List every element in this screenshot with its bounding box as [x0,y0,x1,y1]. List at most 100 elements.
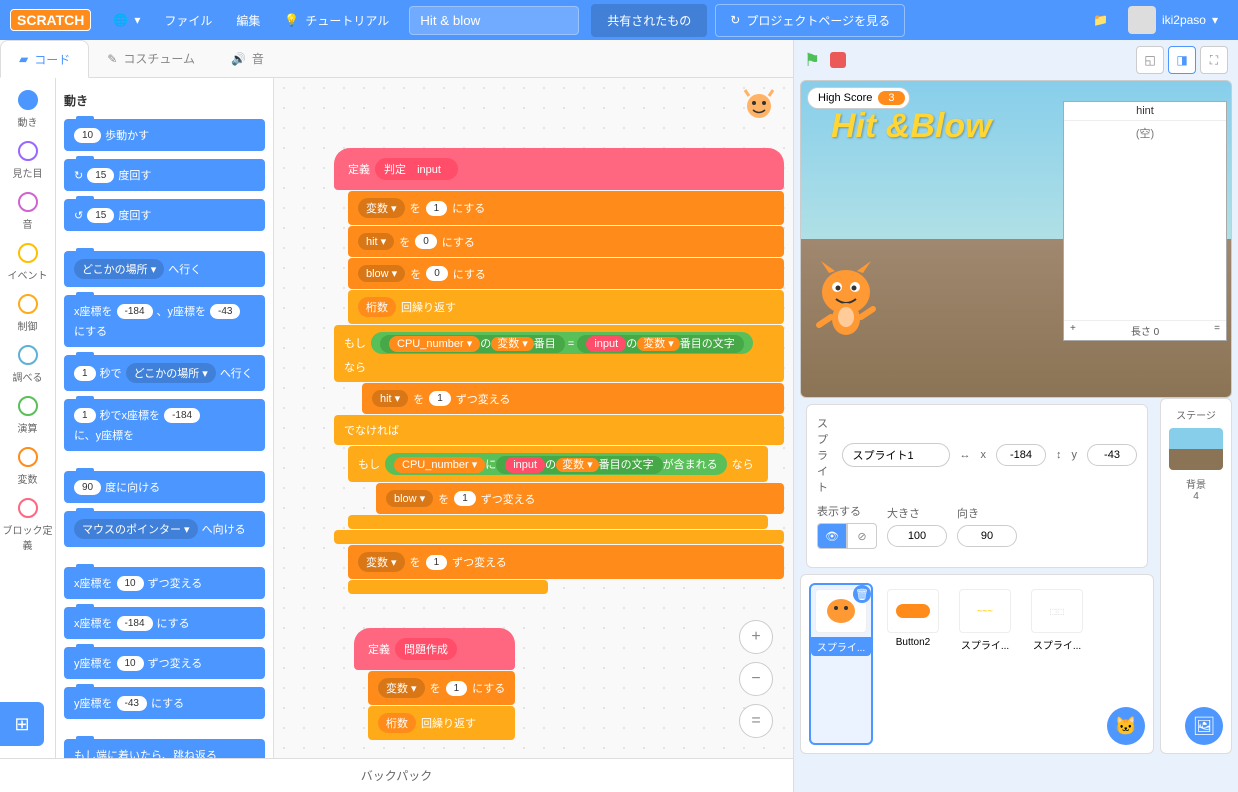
category-変数[interactable]: 変数 [0,441,55,492]
tutorials-button[interactable]: 💡チュートリアル [272,0,401,40]
block-set-x[interactable]: x座標を-184にする [64,607,265,639]
hide-sprite-button[interactable]: ⊘ [847,523,877,549]
tab-costumes[interactable]: ✎コスチューム [89,40,213,77]
block-goto[interactable]: どこかの場所 ▾へ行く [64,251,265,287]
file-menu[interactable]: ファイル [152,0,224,40]
block-bounce[interactable]: もし端に着いたら、跳ね返る [64,739,265,758]
else-block[interactable]: でなければ [334,415,784,445]
block-palette: 動き 10歩動かす ↻15度回す ↺15度回す どこかの場所 ▾へ行く x座標を… [56,78,274,758]
define-hat-2[interactable]: 定義問題作成 [354,628,515,670]
project-page-button[interactable]: ↻プロジェクトページを見る [715,4,905,37]
block-glide-xy[interactable]: 1秒でx座標を-184に、y座標を [64,399,265,451]
block-goto-xy[interactable]: x座標を-184、y座標を-43にする [64,295,265,347]
sprite-label: スプライ... [1031,637,1083,652]
cat-plus-icon: 🐱 [1115,716,1137,737]
sprite-item-3[interactable]: ⬚⬚スプライ... [1025,583,1089,745]
repeat-block[interactable]: 桁数回繰り返す [348,290,784,324]
block-move-steps[interactable]: 10歩動かす [64,119,265,151]
category-イベント[interactable]: イベント [0,237,55,288]
large-stage-button[interactable]: ◨ [1168,46,1196,74]
block-point-direction[interactable]: 90度に向ける [64,471,265,503]
category-column: 動き見た目音イベント制御調べる演算変数ブロック定義 [0,78,56,758]
set-hit-block[interactable]: hit ▾を0にする [348,226,784,257]
block-set-y[interactable]: y座標を-43にする [64,687,265,719]
c-end [348,580,548,594]
script-mondai[interactable]: 定義問題作成 変数 ▾を1にする 桁数回繰り返す [354,628,515,741]
repeat-block-2[interactable]: 桁数回繰り返す [368,706,515,740]
category-音[interactable]: 音 [0,186,55,237]
if-block[interactable]: もし CPU_number ▾の変数 ▾番目 = inputの変数 ▾番目の文字… [334,325,784,382]
change-blow-block[interactable]: blow ▾を1ずつ変える [376,483,784,514]
set-blow-block[interactable]: blow ▾を0にする [348,258,784,289]
my-stuff-button[interactable]: 📁 [1083,13,1118,27]
block-turn-left[interactable]: ↺15度回す [64,199,265,231]
add-backdrop-button[interactable]: 🖼 [1185,707,1223,745]
zoom-reset-button[interactable]: = [739,704,773,738]
show-sprite-button[interactable]: 👁 [817,523,847,549]
sprite-item-0[interactable]: スプライ...🗑 [809,583,873,745]
sprite-x-input[interactable] [996,444,1046,466]
category-調べる[interactable]: 調べる [0,339,55,390]
sprite-item-2[interactable]: ~~~スプライ... [953,583,1017,745]
add-sprite-button[interactable]: 🐱 [1107,707,1145,745]
define-hat[interactable]: 定義判定 input [334,148,784,190]
change-hit-block[interactable]: hit ▾を1ずつ変える [362,383,784,414]
image-plus-icon: 🖼 [1193,716,1216,737]
sprite-label: Button2 [887,637,939,648]
stage-selector[interactable]: ステージ 背景 4 🖼 [1160,398,1232,754]
backpack[interactable]: バックパック [0,758,793,792]
sprite-info-panel: スプライト ↔x ↕y 表示する 👁 ⊘ [806,404,1148,568]
set-var-block[interactable]: 変数 ▾を1にする [348,191,784,225]
script-hantei[interactable]: 定義判定 input 変数 ▾を1にする hit ▾を0にする blow ▾を0… [334,148,784,595]
fullscreen-button[interactable]: ⛶ [1200,46,1228,74]
add-extension-button[interactable]: ⊞ [0,702,44,746]
equals-operator[interactable]: CPU_number ▾の変数 ▾番目 = inputの変数 ▾番目の文字 [371,332,753,354]
sprite-direction-input[interactable] [957,525,1017,547]
sprite-size-input[interactable] [887,525,947,547]
set-var-block-2[interactable]: 変数 ▾を1にする [368,671,515,705]
c-end [348,515,768,529]
scratch-logo[interactable]: SCRATCH [10,9,91,31]
account-menu[interactable]: iki2paso ▾ [1118,6,1228,34]
cat-sprite [811,257,881,337]
stage-title-sprite: Hit &Blow [831,107,992,146]
zoom-in-button[interactable]: + [739,620,773,654]
tab-code[interactable]: ▰コード [0,40,89,78]
category-制御[interactable]: 制御 [0,288,55,339]
stage[interactable]: High Score3 Hit &Blow hint (空) +長さ 0= [800,80,1232,398]
block-change-x[interactable]: x座標を10ずつ変える [64,567,265,599]
if-contains-block[interactable]: もし CPU_number ▾にinputの変数 ▾番目の文字が含まれる なら [348,446,768,482]
code-icon: ▰ [19,52,28,66]
change-var-block[interactable]: 変数 ▾を1ずつ変える [348,545,784,579]
eye-off-icon: ⊘ [857,530,866,543]
green-flag-button[interactable]: ⚑ [804,50,820,71]
folder-icon: 📁 [1093,13,1108,27]
c-end [334,530,784,544]
zoom-out-button[interactable]: − [739,662,773,696]
sprite-item-1[interactable]: Button2 [881,583,945,745]
zoom-controls: + − = [739,620,773,738]
language-menu[interactable]: 🌐▾ [101,0,152,40]
share-button[interactable]: 共有されたもの [591,4,707,37]
block-point-towards[interactable]: マウスのポインター ▾へ向ける [64,511,265,547]
contains-operator[interactable]: CPU_number ▾にinputの変数 ▾番目の文字が含まれる [385,453,727,475]
sprite-list: スプライ...🗑Button2~~~スプライ...⬚⬚スプライ...🐱 [800,574,1154,754]
category-演算[interactable]: 演算 [0,390,55,441]
delete-sprite-button[interactable]: 🗑 [853,585,871,603]
block-glide[interactable]: 1秒でどこかの場所 ▾へ行く [64,355,265,391]
workspace[interactable]: 定義判定 input 変数 ▾を1にする hit ▾を0にする blow ▾を0… [274,78,793,758]
edit-menu[interactable]: 編集 [224,0,272,40]
avatar [1128,6,1156,34]
tab-sounds[interactable]: 🔊音 [213,40,282,77]
category-ブロック定義[interactable]: ブロック定義 [0,492,55,558]
category-見た目[interactable]: 見た目 [0,135,55,186]
stop-button[interactable] [830,52,846,68]
block-turn-right[interactable]: ↻15度回す [64,159,265,191]
project-title-input[interactable] [409,6,579,35]
small-stage-button[interactable]: ◱ [1136,46,1164,74]
sprite-name-input[interactable] [842,443,950,467]
category-動き[interactable]: 動き [0,84,55,135]
category-dot-icon [18,345,38,365]
block-change-y[interactable]: y座標を10ずつ変える [64,647,265,679]
sprite-y-input[interactable] [1087,444,1137,466]
